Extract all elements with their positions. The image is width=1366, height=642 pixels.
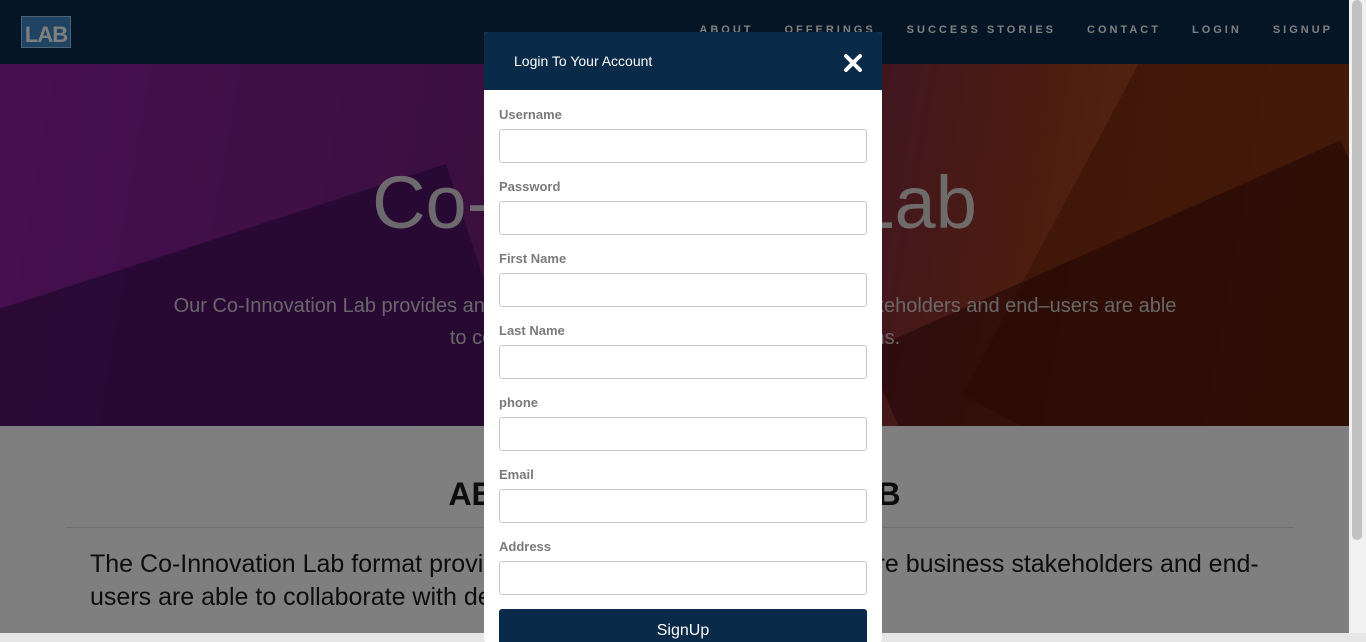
login-modal: Login To Your Account Username Password …	[484, 32, 882, 642]
close-icon[interactable]	[842, 52, 864, 74]
last-name-field[interactable]	[499, 345, 867, 379]
address-label: Address	[499, 539, 552, 554]
username-label: Username	[499, 107, 562, 122]
username-field[interactable]	[499, 129, 867, 163]
page-scrollbar[interactable]	[1349, 0, 1366, 633]
last-name-label: Last Name	[499, 323, 565, 338]
password-label: Password	[499, 179, 561, 194]
signup-button[interactable]: SignUp	[499, 609, 867, 642]
modal-header: Login To Your Account	[484, 32, 882, 90]
phone-label: phone	[499, 395, 538, 410]
modal-title: Login To Your Account	[514, 53, 653, 69]
password-field[interactable]	[499, 201, 867, 235]
address-field[interactable]	[499, 561, 867, 595]
email-label: Email	[499, 467, 534, 482]
scrollbar-thumb[interactable]	[1352, 0, 1362, 540]
first-name-label: First Name	[499, 251, 567, 266]
first-name-field[interactable]	[499, 273, 867, 307]
phone-field[interactable]	[499, 417, 867, 451]
email-field[interactable]	[499, 489, 867, 523]
